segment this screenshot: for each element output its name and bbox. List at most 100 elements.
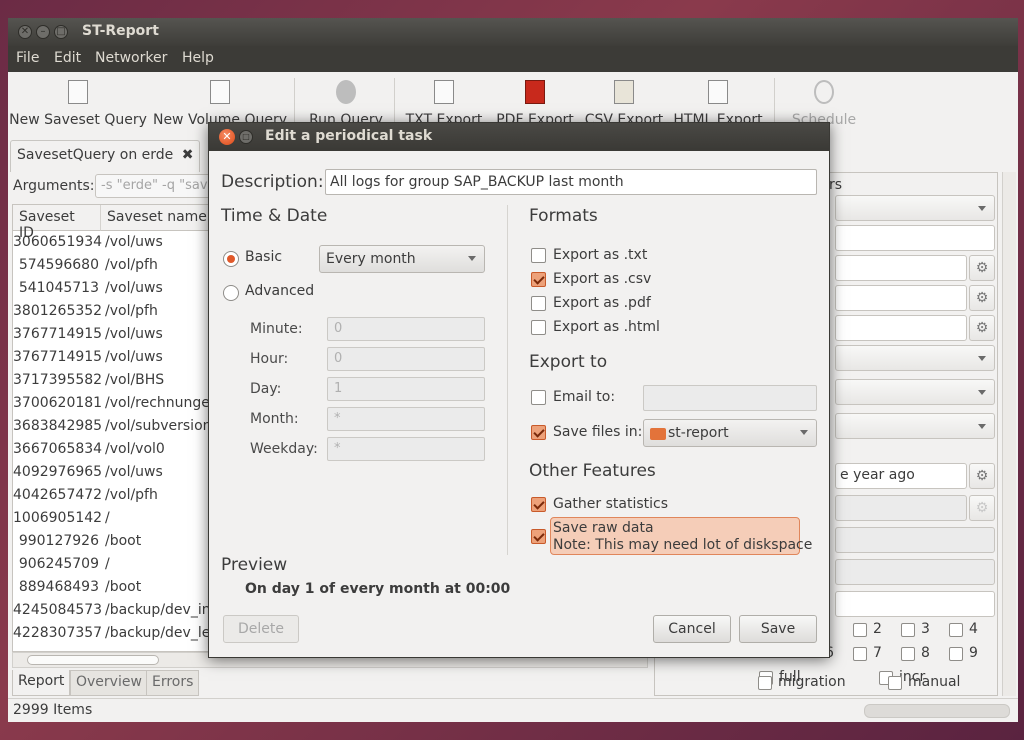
- options-combo[interactable]: [835, 195, 995, 221]
- saveset-id-cell: 3767714915: [13, 349, 103, 365]
- gear-icon[interactable]: ⚙: [969, 255, 995, 281]
- options-field[interactable]: [835, 255, 967, 281]
- arguments-input[interactable]: -s "erde" -q "save: [95, 174, 215, 198]
- save-raw-data-checkbox[interactable]: [531, 529, 546, 544]
- cancel-button[interactable]: Cancel: [653, 615, 731, 643]
- level-2-checkbox[interactable]: [853, 623, 867, 637]
- migration-checkbox[interactable]: [758, 676, 772, 690]
- gear-icon[interactable]: ⚙: [969, 285, 995, 311]
- email-input[interactable]: [643, 385, 817, 411]
- minute-label: Minute:: [250, 321, 303, 337]
- export-pdf-label: Export as .pdf: [553, 295, 651, 311]
- description-input[interactable]: [325, 169, 817, 195]
- menu-help[interactable]: Help: [182, 50, 214, 66]
- month-input[interactable]: *: [327, 407, 485, 431]
- weekday-input[interactable]: *: [327, 437, 485, 461]
- chevron-down-icon: [468, 256, 476, 261]
- level-7-label: 7: [873, 645, 882, 661]
- status-item-count: 2999 Items: [13, 702, 93, 718]
- options-field[interactable]: [835, 285, 967, 311]
- level-8-checkbox[interactable]: [901, 647, 915, 661]
- folder-chooser[interactable]: st-report: [643, 419, 817, 447]
- saveset-name-cell: /boot: [105, 579, 142, 595]
- tab-overview[interactable]: Overview: [70, 670, 148, 696]
- level-4-checkbox[interactable]: [949, 623, 963, 637]
- tab-report[interactable]: Report: [12, 670, 71, 696]
- gear-icon[interactable]: ⚙: [969, 315, 995, 341]
- saveset-name-cell: /: [105, 510, 110, 526]
- window-titlebar: ✕ – □ ST-Report: [8, 18, 1018, 46]
- email-checkbox[interactable]: [531, 390, 546, 405]
- saveset-id-cell: 4228307357: [13, 625, 103, 641]
- save-files-label: Save files in:: [553, 424, 643, 440]
- window-close-button[interactable]: ✕: [18, 25, 32, 39]
- export-csv-checkbox[interactable]: [531, 272, 546, 287]
- saveset-id-cell: 4092976965: [13, 464, 103, 480]
- options-combo[interactable]: [835, 413, 995, 439]
- level-9-checkbox[interactable]: [949, 647, 963, 661]
- window-minimize-button[interactable]: –: [36, 25, 50, 39]
- save-button[interactable]: Save: [739, 615, 817, 643]
- day-label: Day:: [250, 381, 282, 397]
- hour-input[interactable]: 0: [327, 347, 485, 371]
- level-7-checkbox[interactable]: [853, 647, 867, 661]
- period-select[interactable]: Every month: [319, 245, 485, 273]
- tab-errors[interactable]: Errors: [146, 670, 200, 696]
- level-2-label: 2: [873, 621, 882, 637]
- options-field[interactable]: [835, 225, 995, 251]
- dialog-restore-icon[interactable]: □: [239, 130, 253, 144]
- export-to-heading: Export to: [529, 352, 608, 372]
- edit-periodical-task-dialog: ✕ □ Edit a periodical task Description: …: [208, 122, 830, 658]
- tab-saveset-query[interactable]: SavesetQuery on erde ✖: [10, 140, 201, 172]
- options-field[interactable]: [835, 559, 995, 585]
- basic-label: Basic: [245, 249, 283, 265]
- menu-file[interactable]: File: [16, 50, 39, 66]
- export-pdf-checkbox[interactable]: [531, 296, 546, 311]
- folder-icon: [650, 428, 666, 440]
- saveset-name-cell: /vol/rechnunge: [105, 395, 210, 411]
- migration-label: migration: [778, 674, 846, 690]
- minute-input[interactable]: 0: [327, 317, 485, 341]
- gear-icon[interactable]: ⚙: [969, 463, 995, 489]
- close-tab-icon[interactable]: ✖: [182, 147, 194, 163]
- menu-edit[interactable]: Edit: [54, 50, 81, 66]
- saveset-id-cell: 990127926: [18, 533, 99, 549]
- saveset-id-cell: 3060651934: [13, 234, 103, 250]
- options-field[interactable]: [835, 591, 995, 617]
- toolbar-separator: [394, 78, 395, 126]
- delete-button[interactable]: Delete: [223, 615, 299, 643]
- save-files-checkbox[interactable]: [531, 425, 546, 440]
- options-field[interactable]: [835, 527, 995, 553]
- day-input[interactable]: 1: [327, 377, 485, 401]
- dialog-close-icon[interactable]: ✕: [219, 129, 235, 145]
- new-document-icon: [68, 80, 88, 104]
- gather-statistics-label: Gather statistics: [553, 496, 669, 512]
- basic-radio[interactable]: [223, 251, 239, 267]
- saveset-id-cell: 3683842985: [13, 418, 103, 434]
- options-field[interactable]: [835, 495, 967, 521]
- advanced-radio[interactable]: [223, 285, 239, 301]
- date-field[interactable]: e year ago: [835, 463, 967, 489]
- options-combo[interactable]: [835, 345, 995, 371]
- column-header-saveset-id[interactable]: Saveset ID: [13, 205, 101, 241]
- menu-networker[interactable]: Networker: [95, 50, 167, 66]
- window-maximize-button[interactable]: □: [54, 25, 68, 39]
- saveset-name-cell: /vol/uws: [105, 280, 163, 296]
- gather-statistics-checkbox[interactable]: [531, 497, 546, 512]
- level-3-checkbox[interactable]: [901, 623, 915, 637]
- vertical-scrollbar[interactable]: [1002, 172, 1016, 696]
- gear-icon[interactable]: ⚙: [969, 495, 995, 521]
- tab-label: SavesetQuery on erde: [17, 147, 174, 163]
- preview-heading: Preview: [221, 555, 288, 575]
- scrollbar-thumb[interactable]: [27, 655, 159, 665]
- saveset-name-cell: /vol/uws: [105, 234, 163, 250]
- level-3-label: 3: [921, 621, 930, 637]
- new-saveset-query-button[interactable]: New Saveset Query: [8, 72, 148, 132]
- dialog-title: Edit a periodical task: [265, 128, 433, 144]
- manual-checkbox[interactable]: [888, 676, 902, 690]
- options-combo[interactable]: [835, 379, 995, 405]
- export-txt-checkbox[interactable]: [531, 248, 546, 263]
- statusbar: 2999 Items: [8, 698, 1018, 722]
- export-html-checkbox[interactable]: [531, 320, 546, 335]
- options-field[interactable]: [835, 315, 967, 341]
